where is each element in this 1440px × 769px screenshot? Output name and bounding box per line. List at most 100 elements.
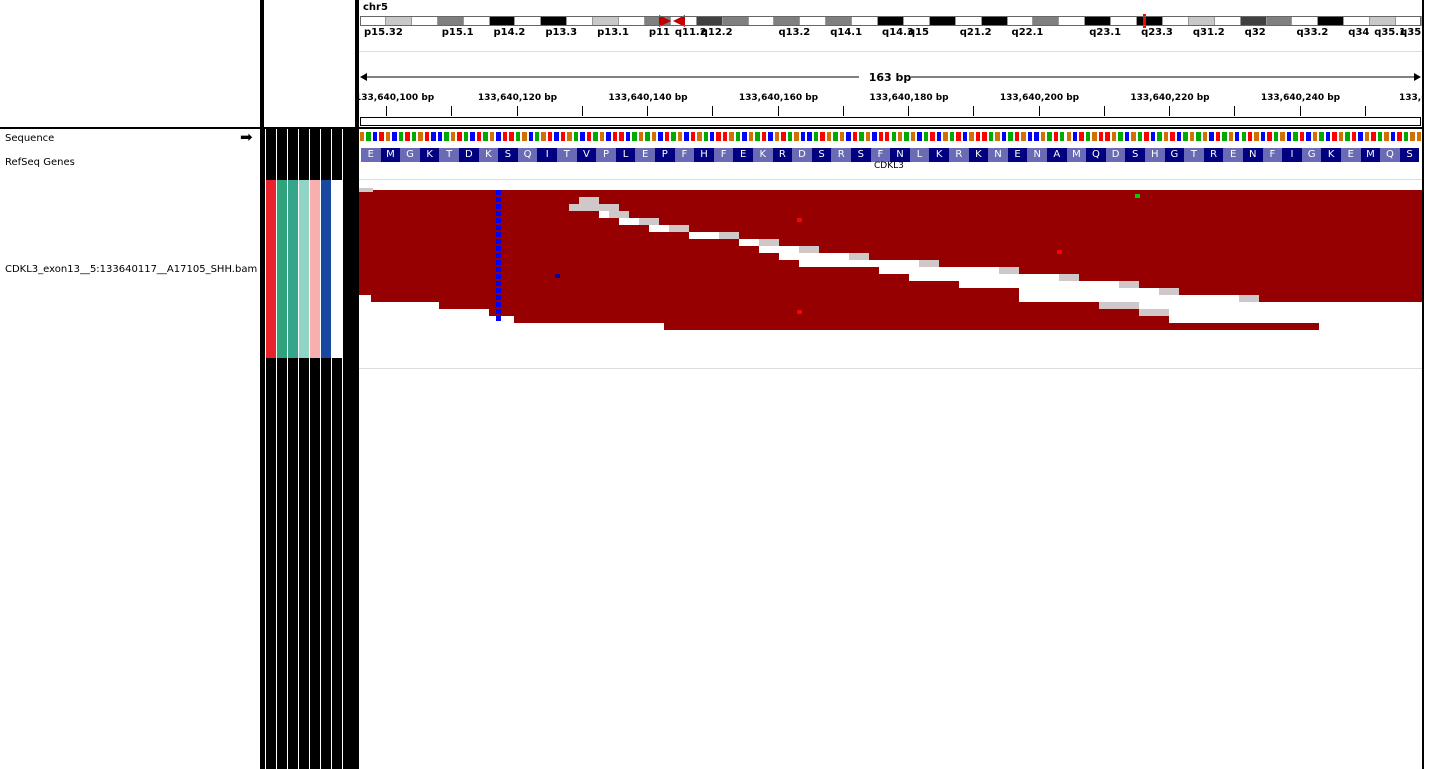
sequence-base[interactable] [813,132,819,141]
aligned-read[interactable] [869,253,1422,260]
sequence-base[interactable] [735,132,741,141]
sequence-base[interactable] [1202,132,1208,141]
mismatch-base[interactable] [797,310,802,314]
sequence-base[interactable] [1364,132,1370,141]
insertion-marker[interactable] [496,281,501,286]
sequence-base[interactable] [1001,132,1007,141]
sequence-base[interactable] [1144,132,1149,141]
attribute-cell[interactable] [266,180,276,358]
insertion-marker[interactable] [496,253,501,258]
amino-acid[interactable]: P [655,148,675,162]
sequence-base[interactable] [761,132,767,141]
sequence-base[interactable] [522,132,527,141]
aligned-read[interactable] [359,260,799,267]
aligned-read[interactable] [514,316,1169,323]
amino-acid[interactable]: S [851,148,871,162]
aligned-read[interactable] [359,246,759,253]
aligned-read[interactable] [629,211,1422,218]
sequence-base[interactable] [1306,132,1311,141]
amino-acid[interactable]: F [870,148,891,162]
aligned-read[interactable] [939,260,1422,267]
sequence-base[interactable] [865,132,871,141]
aligned-read[interactable] [1059,274,1079,281]
amino-acid[interactable]: G [1301,148,1322,162]
aligned-read[interactable] [664,323,1319,330]
aligned-read[interactable] [779,239,1422,246]
sequence-base[interactable] [541,132,546,141]
aligned-read[interactable] [359,190,1422,197]
sequence-base[interactable] [1124,132,1130,141]
amino-acid[interactable]: H [1145,148,1165,162]
mismatch-base[interactable] [555,274,560,278]
sequence-base[interactable] [1235,132,1240,141]
insertion-marker[interactable] [496,302,501,307]
region-of-interest-bar[interactable] [360,117,1421,126]
mismatch-base[interactable] [1057,250,1062,254]
amino-acid[interactable]: E [1007,148,1028,162]
sequence-base[interactable] [807,132,812,141]
refseq-track-label[interactable]: RefSeq Genes [5,157,75,168]
mismatch-base[interactable] [1135,194,1140,198]
amino-acid[interactable]: E [733,148,753,162]
sequence-base[interactable] [599,132,605,141]
sequence-base[interactable] [1222,132,1227,141]
sequence-base[interactable] [988,132,994,141]
amino-acid[interactable]: A [1047,148,1067,162]
sequence-base[interactable] [677,132,683,141]
aligned-read[interactable] [739,232,1422,239]
sequence-base[interactable] [891,132,896,141]
insertion-marker[interactable] [496,190,501,195]
sequence-base[interactable] [366,132,371,141]
sequence-base[interactable] [444,132,449,141]
sequence-base[interactable] [1047,132,1052,141]
sequence-base[interactable] [593,132,598,141]
sequence-base[interactable] [833,132,838,141]
sequence-base[interactable] [839,132,845,141]
sequence-base[interactable] [1008,132,1013,141]
sequence-base[interactable] [1241,132,1246,141]
sequence-base[interactable] [1176,132,1182,141]
sequence-base[interactable] [658,132,663,141]
sequence-base[interactable] [483,132,488,141]
sequence-base[interactable] [567,132,572,141]
insertion-marker[interactable] [496,232,501,237]
insertion-marker[interactable] [496,218,501,223]
sequence-base[interactable] [1105,132,1110,141]
insertion-marker[interactable] [496,295,501,300]
amino-acid[interactable]: Q [517,148,538,162]
amino-acid[interactable]: H [694,148,714,162]
insertion-marker[interactable] [496,309,501,314]
insertion-marker[interactable] [496,288,501,293]
bam-track-label[interactable]: CDKL3_exon13__5:133640117__A17105_SHH.ba… [5,264,257,275]
sequence-base[interactable] [1034,132,1039,141]
sequence-base[interactable] [1066,132,1071,141]
amino-acid[interactable]: N [1027,148,1047,162]
sequence-base[interactable] [904,132,909,141]
aligned-read[interactable] [619,204,1422,211]
sequence-base[interactable] [1254,132,1259,141]
aligned-read[interactable] [359,211,599,218]
sequence-base[interactable] [515,132,521,141]
sequence-base[interactable] [1293,132,1298,141]
aligned-read[interactable] [359,232,689,239]
sequence-base[interactable] [794,132,799,141]
sequence-base[interactable] [1040,132,1046,141]
sequence-base[interactable] [956,132,961,141]
attribute-cell[interactable] [299,180,309,358]
sequence-base[interactable] [995,132,1000,141]
aligned-read[interactable] [999,267,1019,274]
aligned-read[interactable] [1179,288,1422,295]
attribute-cell[interactable] [332,180,342,358]
sequence-base[interactable] [742,132,747,141]
sequence-base[interactable] [411,132,417,141]
data-panel[interactable]: chr5 p15.32 p15.1 p14.2 p13.3 p13.1 p11 q11.2 q… [359,0,1422,769]
aligned-read[interactable] [359,218,619,225]
aligned-read[interactable] [1259,295,1422,302]
aligned-read[interactable] [1099,302,1139,309]
amino-acid[interactable]: E [1341,148,1361,162]
sequence-base[interactable] [1325,132,1331,141]
sequence-base[interactable] [418,132,423,141]
aligned-read[interactable] [371,295,1019,302]
sequence-base[interactable] [1338,132,1344,141]
sequence-base[interactable] [1390,132,1396,141]
